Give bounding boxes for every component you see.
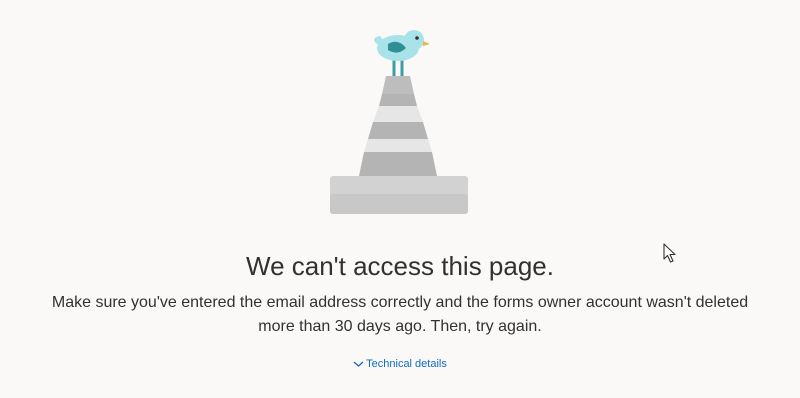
error-page: We can't access this page. Make sure you… xyxy=(0,0,800,398)
traffic-cone-bird-illustration xyxy=(318,24,482,218)
bird-icon xyxy=(374,30,430,76)
mouse-pointer-icon xyxy=(663,243,677,263)
error-message-line-1: Make sure you've entered the email addre… xyxy=(51,294,749,311)
technical-details-label[interactable]: Technical details xyxy=(366,358,447,370)
error-title: We can't access this page. xyxy=(246,251,554,281)
traffic-cone-icon xyxy=(330,76,468,214)
chevron-down-icon xyxy=(353,360,364,368)
error-message: Make sure you've entered the email addre… xyxy=(20,291,780,339)
technical-details-toggle[interactable]: Technical details xyxy=(0,356,800,372)
error-message-line-2: more than 30 days ago. Then, try again. xyxy=(258,318,542,335)
